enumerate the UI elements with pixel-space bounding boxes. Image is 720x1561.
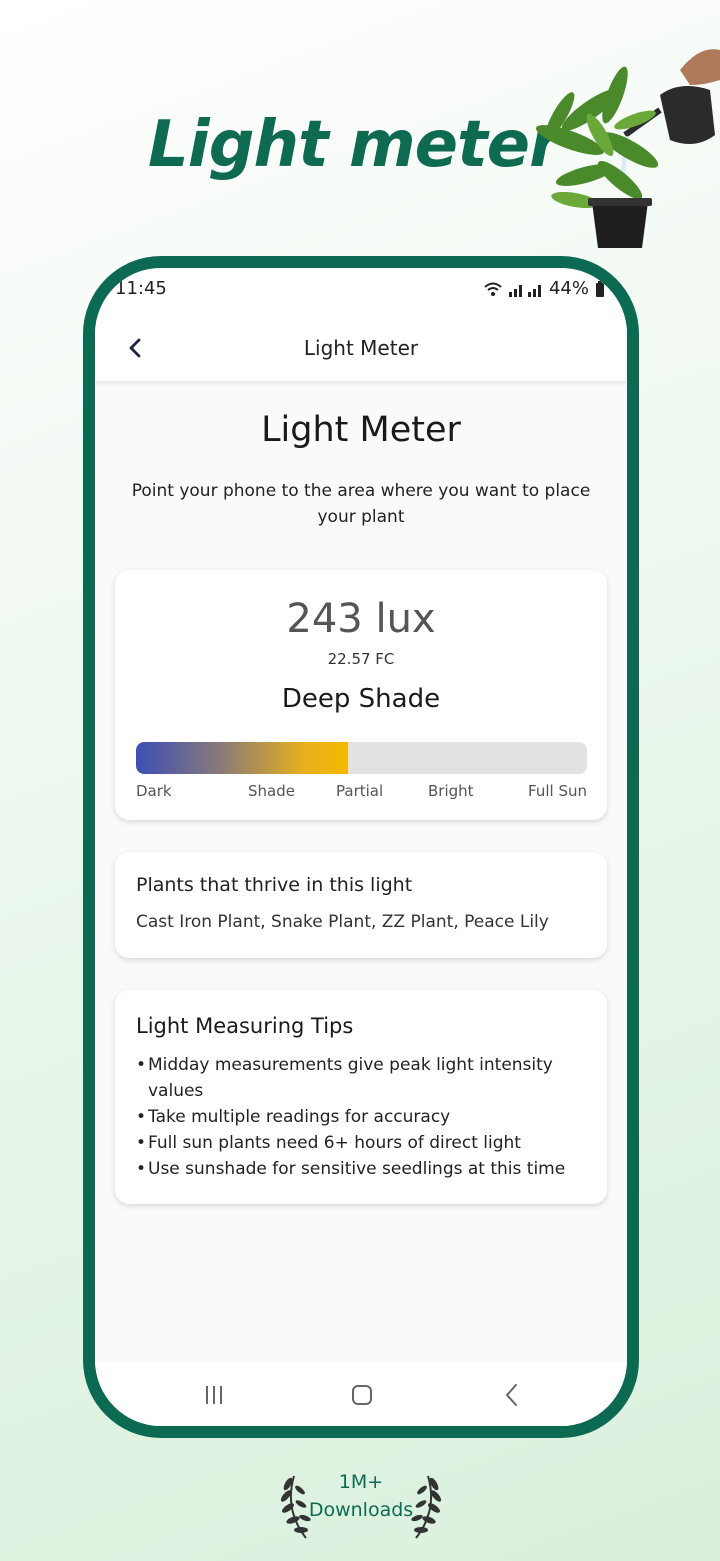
scale-label-full-sun: Full Sun [528, 782, 587, 800]
app-bar-title: Light Meter [303, 336, 419, 360]
tip-item: Full sun plants need 6+ hours of direct … [136, 1130, 586, 1156]
plants-heading: Plants that thrive in this light [136, 874, 413, 896]
status-icons: 44% [483, 278, 605, 299]
system-nav-bar [95, 1362, 627, 1426]
status-bar: 11:45 44% [95, 268, 627, 316]
signal-icon [508, 284, 541, 297]
light-category: Deep Shade [281, 684, 441, 714]
battery-percent: 44% [548, 278, 589, 299]
status-time: 11:45 [115, 278, 167, 299]
plants-list: Cast Iron Plant, Snake Plant, ZZ Plant, … [136, 912, 549, 932]
downloads-count: 1M+ [338, 1471, 384, 1493]
light-level-fill [136, 742, 348, 774]
light-scale-labels: Dark Shade Partial Bright Full Sun [136, 782, 587, 802]
tip-item: Use sunshade for sensitive seedlings at … [136, 1156, 586, 1182]
back-icon[interactable] [497, 1380, 527, 1410]
light-level-bar [136, 742, 587, 774]
battery-icon [596, 280, 604, 297]
tips-list: Midday measurements give peak light inte… [136, 1052, 586, 1182]
lux-value: 243 lux [286, 596, 436, 642]
tip-item: Take multiple readings for accuracy [136, 1104, 586, 1130]
page-title: Light Meter [261, 410, 461, 450]
scale-label-dark: Dark [136, 782, 172, 800]
watering-plant-illustration [536, 49, 720, 248]
tips-card: Light Measuring Tips Midday measurements… [115, 990, 607, 1204]
light-reading-card: 243 lux 22.57 FC Deep Shade Dark Shade P… [115, 570, 607, 820]
downloads-label: Downloads [308, 1499, 414, 1521]
scale-label-bright: Bright [428, 782, 474, 800]
phone-screen: 11:45 44% Light Meter Light Meter Point … [95, 268, 627, 1426]
recents-icon[interactable] [199, 1380, 229, 1410]
promo-headline: Light meter [148, 108, 561, 182]
wifi-icon [484, 282, 502, 296]
app-bar: Light Meter [95, 316, 627, 382]
home-icon[interactable] [347, 1380, 377, 1410]
scale-label-shade: Shade [248, 782, 295, 800]
recommended-plants-card: Plants that thrive in this light Cast Ir… [115, 852, 607, 958]
downloads-badge: 1M+ Downloads [276, 1460, 446, 1542]
tips-heading: Light Measuring Tips [136, 1014, 354, 1038]
foot-candles-value: 22.57 FC [327, 650, 395, 668]
page-subtitle: Point your phone to the area where you w… [131, 481, 591, 527]
scale-label-partial: Partial [336, 782, 384, 800]
phone-frame: 11:45 44% Light Meter Light Meter Point … [83, 256, 639, 1438]
tip-item: Midday measurements give peak light inte… [136, 1052, 586, 1104]
downloads-text: 1M+ Downloads [276, 1468, 446, 1524]
